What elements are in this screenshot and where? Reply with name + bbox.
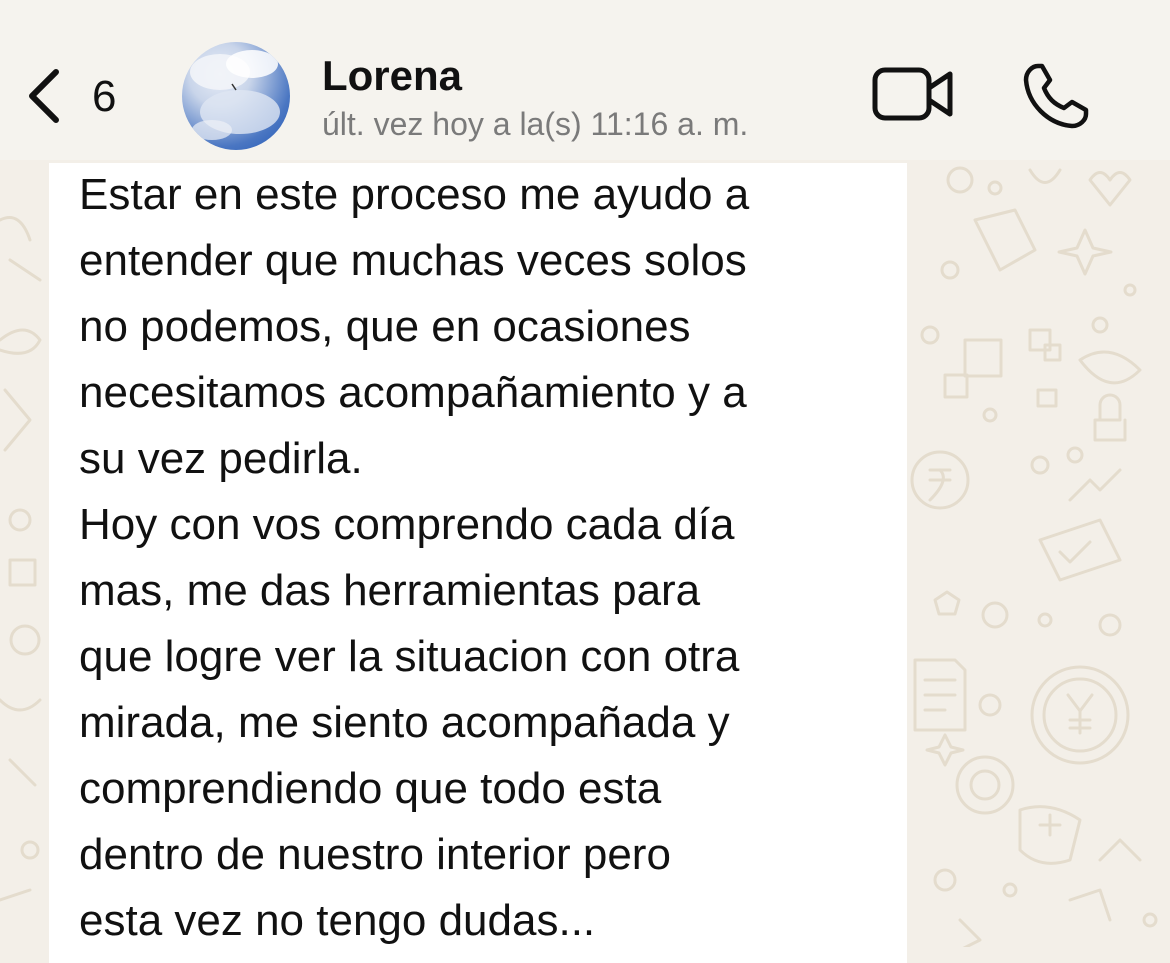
avatar-image bbox=[190, 50, 280, 140]
message-line: no podemos, que en ocasiones bbox=[79, 302, 691, 351]
avatar[interactable] bbox=[182, 42, 290, 150]
last-seen-status: últ. vez hoy a la(s) 11:16 a. m. bbox=[322, 106, 749, 142]
video-camera-icon[interactable] bbox=[870, 64, 956, 124]
message-line: mirada, me siento acompañada y bbox=[79, 698, 730, 747]
message-line: mas, me das herramientas para bbox=[79, 566, 701, 615]
phone-icon[interactable] bbox=[1020, 60, 1092, 132]
message-line: comprendiendo que todo esta bbox=[79, 764, 662, 813]
back-unread-count[interactable]: 6 bbox=[92, 72, 116, 122]
message-line: entender que muchas veces solos bbox=[79, 236, 747, 285]
message-text: Estar en este proceso me ayudo a entende… bbox=[79, 162, 879, 954]
message-line: esta vez no tengo dudas... bbox=[79, 896, 596, 945]
contact-name[interactable]: Lorena bbox=[322, 52, 462, 100]
chevron-left-icon[interactable] bbox=[22, 64, 66, 128]
message-line: dentro de nuestro interior pero bbox=[79, 830, 671, 879]
message-line: su vez pedirla. bbox=[79, 434, 363, 483]
message-line: Hoy con vos comprendo cada día bbox=[79, 500, 735, 549]
chat-header: 6 Lorena últ. vez hoy a la(s) 11:16 a. m… bbox=[0, 0, 1170, 160]
message-line: que logre ver la situacion con otra bbox=[79, 632, 740, 681]
message-line: Estar en este proceso me ayudo a bbox=[79, 170, 750, 219]
message-line: necesitamos acompañamiento y a bbox=[79, 368, 747, 417]
